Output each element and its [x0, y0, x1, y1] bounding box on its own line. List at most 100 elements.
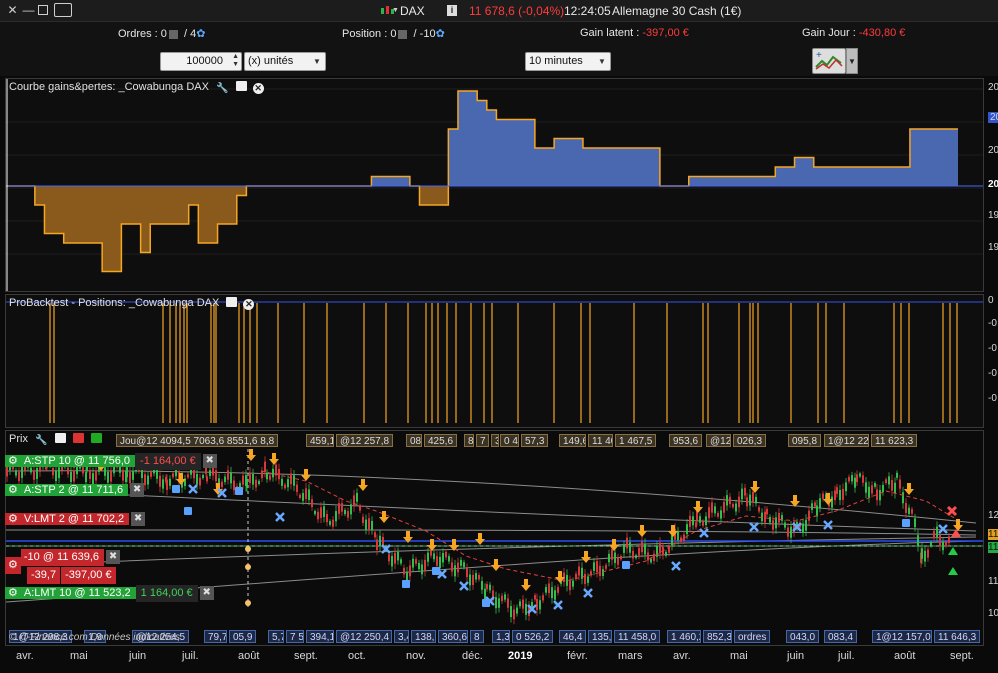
orders-box-icon[interactable] — [168, 29, 178, 39]
position-line[interactable]: ⚙-10 @ 11 639,6 ✖ — [5, 549, 122, 574]
timeframe-select[interactable]: 10 minutes ▼ — [525, 52, 611, 71]
candle-body — [692, 516, 694, 526]
down-arrow-icon — [826, 493, 830, 499]
close-icon[interactable]: ✕ — [252, 83, 264, 94]
candle-body — [122, 469, 124, 481]
cancel-order-icon[interactable]: ✖ — [131, 512, 146, 526]
candle-body — [341, 503, 343, 512]
info-icon[interactable]: i — [447, 5, 457, 16]
cancel-order-icon[interactable]: ✖ — [202, 454, 217, 468]
orders-gear-icon[interactable]: ✿ — [196, 28, 205, 40]
price-label-top: 8 — [464, 434, 474, 447]
candle-body — [572, 580, 574, 587]
order-a-lmt-10[interactable]: ⚙ A:LMT 10 @ 11 523,2 1 164,00 € ✖ — [5, 585, 216, 602]
candle-body — [362, 516, 364, 523]
order-settings-icon[interactable]: ⚙ — [5, 511, 21, 528]
candle-body — [221, 481, 223, 488]
quantity-stepper[interactable]: 100000 ▲ ▼ — [160, 52, 242, 71]
price-label-bottom: 46,4 — [559, 630, 586, 643]
candle-body — [85, 472, 87, 483]
candle-body — [617, 557, 619, 565]
down-arrow-icon — [671, 525, 675, 531]
order-pnl: 1 164,00 € — [135, 585, 198, 602]
maximize-window-icon[interactable] — [38, 5, 48, 15]
positions-axis-tick: -0 — [988, 318, 997, 329]
down-arrow-icon — [612, 539, 616, 545]
export-icon[interactable] — [72, 433, 84, 443]
positions-chart — [6, 295, 983, 427]
stepper-arrows-icon[interactable]: ▲ ▼ — [232, 53, 239, 69]
candle-body — [391, 556, 393, 567]
candle-body — [388, 554, 390, 562]
close-position-icon[interactable]: ✖ — [106, 550, 121, 564]
position-settings-icon[interactable]: ⚙ — [5, 557, 21, 574]
candle-body — [702, 521, 704, 526]
candle-body — [418, 562, 420, 570]
position-points: -39,7 — [27, 567, 61, 584]
candle-body — [227, 470, 229, 480]
candle-body — [472, 574, 474, 585]
instrument-dropdown-icon[interactable]: ▼ — [392, 7, 399, 14]
wrench-icon[interactable]: 🔧 — [35, 435, 47, 446]
candle-body — [644, 543, 646, 555]
import-icon[interactable] — [90, 433, 102, 443]
order-settings-icon[interactable]: ⚙ — [5, 482, 21, 499]
positions-axis-tick: -0 — [988, 393, 997, 404]
cancel-order-icon[interactable]: ✖ — [199, 586, 214, 600]
month-label: juil. — [182, 650, 199, 662]
cancel-order-icon[interactable]: ✖ — [130, 483, 145, 497]
candle-body — [554, 590, 556, 600]
chevron-down-icon[interactable]: ▼ — [309, 53, 325, 70]
title-bar: ✕ — ▼ DAX i 11 678,6 (-0,04%) 12:24:05 A… — [0, 0, 998, 22]
candle-body — [284, 484, 286, 489]
price-label-top: 11 623,3 — [871, 434, 918, 447]
order-a-stp-2[interactable]: ⚙ A:STP 2 @ 11 711,6 ✖ — [5, 482, 146, 499]
orders-label: Ordres : — [118, 28, 158, 40]
price-label-top: 3 — [491, 434, 499, 447]
chart-type-dropdown[interactable]: ▼ — [846, 48, 858, 74]
position-box-icon[interactable] — [398, 29, 408, 39]
unit-select[interactable]: (x) unités ▼ — [244, 52, 326, 71]
price-axis-tick: 12 — [988, 510, 998, 521]
order-label: V:LMT 2 @ 11 702,2 — [23, 513, 125, 525]
keyboard-icon[interactable] — [54, 3, 72, 17]
candle-body — [448, 556, 450, 562]
window-icon[interactable] — [54, 433, 66, 443]
candle-body — [819, 498, 821, 508]
candle-body — [862, 475, 864, 483]
close-window-icon[interactable]: ✕ — [6, 4, 19, 17]
candle-body — [859, 473, 861, 477]
order-settings-icon[interactable]: ⚙ — [5, 585, 21, 602]
position-gear-icon[interactable]: ✿ — [436, 28, 445, 40]
chevron-down-icon[interactable]: ▼ — [594, 53, 610, 70]
candle-body — [242, 475, 244, 485]
instrument-name[interactable]: DAX — [400, 4, 425, 18]
order-a-stp-10[interactable]: ⚙ A:STP 10 @ 11 756,0 -1 164,00 € ✖ — [5, 453, 219, 470]
month-label: mars — [618, 650, 643, 662]
price-label-bottom: 11 646,3 — [934, 630, 981, 643]
order-settings-icon[interactable]: ⚙ — [5, 453, 21, 470]
orders-value: 0 — [160, 28, 167, 40]
candle-body — [359, 506, 361, 511]
candle-body — [397, 551, 399, 561]
candle-body — [705, 516, 707, 526]
candle-body — [382, 536, 384, 546]
price-label-bottom: 7 5 — [286, 630, 304, 643]
wrench-icon[interactable]: 🔧 — [216, 83, 228, 94]
order-v-lmt-2[interactable]: ⚙ V:LMT 2 @ 11 702,2 ✖ — [5, 511, 147, 528]
order-handle-dot — [245, 546, 251, 552]
price-label-bottom: 852,3 — [703, 630, 732, 643]
candle-body — [460, 559, 462, 566]
window-icon[interactable] — [226, 297, 238, 307]
close-icon[interactable]: ✕ — [243, 299, 255, 310]
price-label-bottom: 1 460,2 — [667, 630, 701, 643]
candle-body — [442, 552, 444, 563]
window-icon[interactable] — [235, 81, 247, 91]
candle-body — [891, 480, 893, 491]
candle-body — [525, 603, 527, 615]
minimize-window-icon[interactable]: — — [22, 4, 35, 17]
candle-body — [335, 511, 337, 522]
unit-value: (x) unités — [248, 55, 294, 67]
candle-body — [942, 541, 944, 551]
chart-type-button[interactable]: + — [812, 48, 846, 74]
